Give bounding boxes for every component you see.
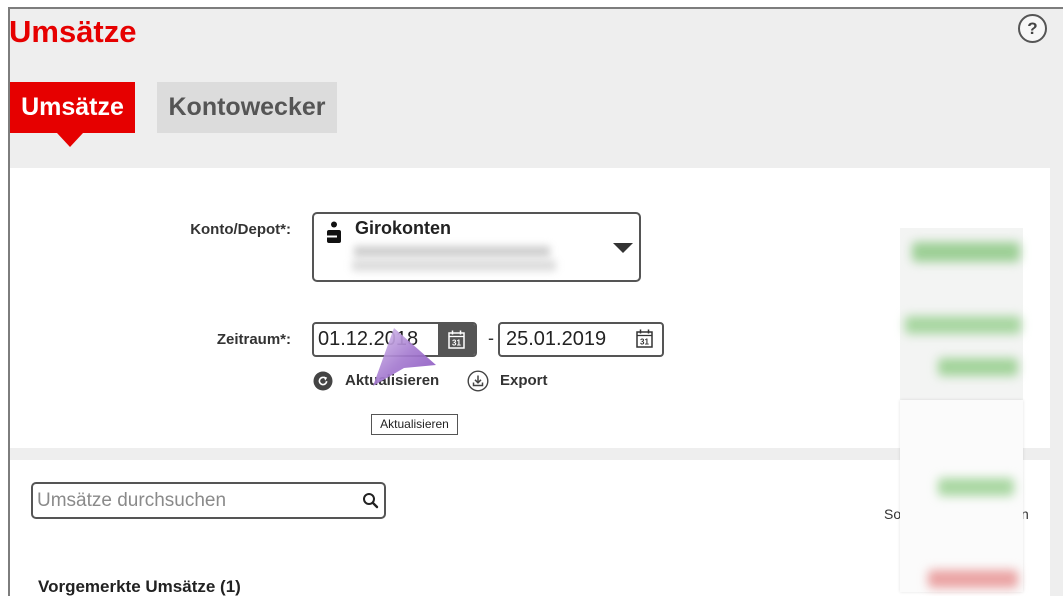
account-select-value: Girokonten <box>355 218 452 238</box>
help-icon[interactable]: ? <box>1018 14 1047 43</box>
tab-kontowecker[interactable]: Kontowecker <box>157 82 337 133</box>
tooltip: Aktualisieren <box>371 414 458 435</box>
redacted-button <box>905 316 1021 334</box>
tab-umsaetze[interactable]: Umsätze <box>10 82 135 133</box>
redacted-button <box>928 570 1018 588</box>
search-icon[interactable] <box>362 492 379 509</box>
sparkasse-logo-icon <box>327 221 341 243</box>
search-field <box>31 482 386 519</box>
date-from-calendar-button[interactable]: 31 <box>438 324 475 355</box>
redacted-button <box>912 242 1020 262</box>
account-number-redacted <box>350 242 560 274</box>
redacted-panel-bottom <box>900 400 1023 592</box>
calendar-day-number: 31 <box>452 339 461 348</box>
redacted-button <box>938 358 1018 376</box>
filter-panel <box>10 168 1050 448</box>
export-button[interactable]: Export <box>500 372 548 390</box>
sort-text-start: So <box>884 506 902 522</box>
date-range-separator: - <box>488 328 494 348</box>
calendar-icon: 31 <box>448 330 465 349</box>
download-icon[interactable] <box>467 370 489 392</box>
transactions-panel <box>10 460 1050 596</box>
date-to-field: 31 <box>498 322 664 357</box>
cursor-pointer-icon <box>373 328 436 386</box>
pending-transactions-heading: Vorgemerkte Umsätze (1) <box>38 578 241 596</box>
search-input[interactable] <box>33 484 353 517</box>
redacted-button <box>938 478 1014 496</box>
caret-down-icon <box>613 243 633 253</box>
page-title: Umsätze <box>9 14 137 49</box>
refresh-icon[interactable] <box>313 371 333 391</box>
active-tab-indicator <box>57 133 83 147</box>
calendar-icon[interactable]: 31 <box>636 329 653 348</box>
account-select[interactable]: Girokonten <box>312 212 641 282</box>
account-label: Konto/Depot*: <box>190 221 291 238</box>
calendar-day-number: 31 <box>640 338 649 347</box>
date-to-input[interactable] <box>500 324 630 355</box>
period-label: Zeitraum*: <box>216 331 291 348</box>
